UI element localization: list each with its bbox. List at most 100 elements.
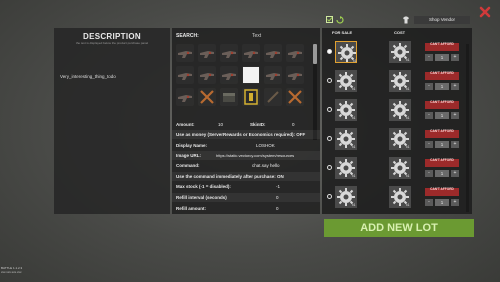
decrement-button[interactable]: - — [425, 112, 433, 119]
lot-cost-slot[interactable]: x1 — [389, 41, 411, 63]
lot-cost-slot[interactable]: x1 — [389, 128, 411, 150]
lot-item-slot[interactable]: x1 — [335, 70, 357, 92]
gun-icon[interactable] — [264, 44, 282, 62]
gun-icon[interactable] — [198, 66, 216, 84]
description-title: DESCRIPTION — [83, 32, 141, 41]
lot-cost-qty: x1 — [406, 203, 410, 207]
lot-cost-slot[interactable]: x1 — [389, 186, 411, 208]
decrement-button[interactable]: - — [425, 54, 433, 61]
quantity-stepper[interactable]: -1 + — [425, 170, 459, 177]
use-command-row[interactable]: Use the command immediately after purcha… — [172, 172, 320, 181]
gun-icon[interactable] — [220, 66, 238, 84]
quantity-stepper[interactable]: -1 + — [425, 112, 459, 119]
add-new-lot-button[interactable]: ADD NEW LOT — [324, 219, 474, 237]
lot-select-radio[interactable] — [327, 78, 332, 83]
refill-amount-field[interactable]: 0 — [276, 206, 279, 211]
grid-scrollbar-thumb[interactable] — [313, 44, 317, 64]
gun-icon[interactable] — [264, 66, 282, 84]
gun-icon[interactable] — [176, 88, 194, 106]
checkbox-icon[interactable] — [326, 16, 335, 24]
gun-icon[interactable] — [176, 66, 194, 84]
stick-icon[interactable] — [264, 88, 282, 106]
decrement-button[interactable]: - — [425, 83, 433, 90]
increment-button[interactable]: + — [451, 170, 459, 177]
badge-icon[interactable] — [242, 88, 260, 106]
close-icon[interactable] — [479, 6, 491, 18]
use-as-money-toggle[interactable]: Use as money (ServerRewards or Economics… — [176, 132, 305, 137]
display-name-field[interactable]: LOSHOK — [256, 143, 275, 148]
shirt-icon[interactable] — [402, 16, 410, 24]
increment-button[interactable]: + — [451, 112, 459, 119]
lot-row[interactable]: x1 x1 CAN'T AFFORD -1 + — [327, 156, 467, 180]
lot-item-slot[interactable]: x1 — [335, 128, 357, 150]
search-input[interactable]: Text — [252, 33, 261, 39]
lot-row[interactable]: x1 x1 CAN'T AFFORD -1 + — [327, 127, 467, 151]
lot-row[interactable]: x1 x1 CAN'T AFFORD -1 + — [327, 185, 467, 209]
decrement-button[interactable]: - — [425, 199, 433, 206]
stepper-value[interactable]: 1 — [435, 83, 449, 90]
gun-icon[interactable] — [176, 44, 194, 62]
lot-item-slot[interactable]: x1 — [335, 157, 357, 179]
use-as-money-row[interactable]: Use as money (ServerRewards or Economics… — [172, 130, 320, 139]
box-icon[interactable] — [220, 88, 238, 106]
quantity-stepper[interactable]: -1 + — [425, 141, 459, 148]
lot-select-radio[interactable] — [327, 107, 332, 112]
skinid-field[interactable]: 0 — [292, 122, 295, 127]
lot-cost-qty: x1 — [406, 58, 410, 62]
lot-select-radio[interactable] — [327, 165, 332, 170]
lot-select-radio[interactable] — [327, 49, 332, 54]
lots-scrollbar[interactable] — [466, 44, 469, 212]
gun-icon[interactable] — [286, 66, 304, 84]
stepper-value[interactable]: 1 — [435, 199, 449, 206]
lot-select-radio[interactable] — [327, 136, 332, 141]
lot-select-radio[interactable] — [327, 194, 332, 199]
stepper-value[interactable]: 1 — [435, 170, 449, 177]
increment-button[interactable]: + — [451, 141, 459, 148]
cant-afford-badge: CAN'T AFFORD — [425, 158, 459, 167]
refresh-icon[interactable] — [336, 16, 344, 24]
stepper-value[interactable]: 1 — [435, 54, 449, 61]
lot-row[interactable]: x1 x1 CAN'T AFFORD -1 + — [327, 98, 467, 122]
cost-header: COST — [394, 30, 406, 35]
blank-item-icon[interactable] — [242, 66, 260, 84]
refill-interval-row: Refill interval (seconds) 0 — [172, 193, 320, 202]
quantity-stepper[interactable]: -1 + — [425, 54, 459, 61]
gun-icon[interactable] — [242, 44, 260, 62]
lot-row[interactable]: x1 x1 CAN'T AFFORD -1 + — [327, 69, 467, 93]
gun-icon[interactable] — [286, 44, 304, 62]
increment-button[interactable]: + — [451, 83, 459, 90]
command-field[interactable]: chat.say hello — [252, 163, 280, 168]
amount-field[interactable]: 10 — [218, 122, 223, 127]
gun-icon[interactable] — [198, 44, 216, 62]
lot-item-slot[interactable]: x1 — [335, 99, 357, 121]
quantity-stepper[interactable]: -1 + — [425, 83, 459, 90]
quantity-stepper[interactable]: -1 + — [425, 199, 459, 206]
crossed-tools-icon[interactable] — [286, 88, 304, 106]
image-url-label: Image URL: — [176, 153, 202, 158]
max-stock-field[interactable]: -1 — [276, 184, 280, 189]
crossed-tools-icon[interactable] — [198, 88, 216, 106]
lot-cost-slot[interactable]: x1 — [389, 157, 411, 179]
shop-vendor-button[interactable]: Shop Vendor — [414, 16, 470, 24]
lot-cost-slot[interactable]: x1 — [389, 99, 411, 121]
refill-amount-row: Refill amount: 0 — [172, 204, 320, 213]
cant-afford-badge: CAN'T AFFORD — [425, 129, 459, 138]
lot-item-slot[interactable]: x1 — [335, 186, 357, 208]
use-command-toggle[interactable]: Use the command immediately after purcha… — [176, 174, 284, 179]
decrement-button[interactable]: - — [425, 170, 433, 177]
lot-cost-slot[interactable]: x1 — [389, 70, 411, 92]
stepper-value[interactable]: 1 — [435, 141, 449, 148]
decrement-button[interactable]: - — [425, 141, 433, 148]
cant-afford-badge: CAN'T AFFORD — [425, 71, 459, 80]
lot-cost-qty: x1 — [406, 116, 410, 120]
gun-icon[interactable] — [220, 44, 238, 62]
increment-button[interactable]: + — [451, 199, 459, 206]
lot-item-slot[interactable]: x1 — [335, 41, 357, 63]
description-text[interactable]: Very_interesting_thing_todo — [60, 74, 116, 79]
refill-amount-label: Refill amount: — [176, 206, 206, 211]
increment-button[interactable]: + — [451, 54, 459, 61]
refill-interval-field[interactable]: 0 — [276, 195, 279, 200]
lot-row[interactable]: x1 x1 CAN'T AFFORD -1 + — [327, 40, 467, 64]
stepper-value[interactable]: 1 — [435, 112, 449, 119]
image-url-field[interactable]: https://static.vectorcy.com/system/resou… — [216, 153, 294, 158]
